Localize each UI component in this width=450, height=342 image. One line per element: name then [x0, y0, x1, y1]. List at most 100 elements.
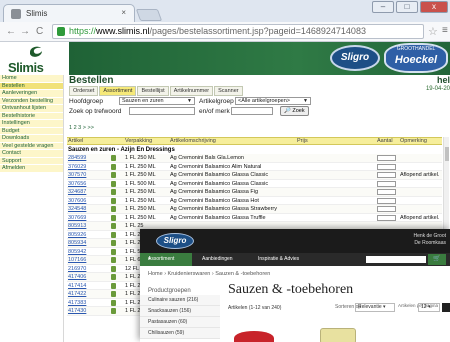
sidebar-item-support[interactable]: Support	[0, 157, 63, 165]
product-info-icon[interactable]	[111, 282, 116, 289]
sidebar-item-instellingen[interactable]: Instellingen	[0, 120, 63, 128]
product-info-icon[interactable]	[111, 197, 116, 204]
product-info-icon[interactable]	[111, 248, 116, 255]
article-code-link[interactable]: 417430	[68, 307, 86, 316]
pagination[interactable]: 1 2 3 > >>	[69, 125, 94, 131]
product-info-icon[interactable]	[111, 231, 116, 238]
article-code-link[interactable]: 307656	[68, 180, 86, 189]
productgroep-item[interactable]: Snacksauzen (156)	[140, 306, 220, 317]
product-info-icon[interactable]	[111, 214, 116, 221]
article-code-link[interactable]: 376029	[68, 163, 86, 172]
product-image[interactable]	[234, 331, 274, 342]
maximize-button[interactable]: □	[396, 1, 418, 13]
account-info[interactable]: Henk de Groot De Roomkaas	[413, 233, 446, 247]
article-code-link[interactable]: 324687	[68, 188, 86, 197]
breadcrumb[interactable]: Home › Kruidenierswaren › Sauzen & -toeb…	[148, 271, 270, 277]
product-info-icon[interactable]	[111, 308, 116, 314]
hoofdgroep-select[interactable]: Sauzen en zuren ▼	[119, 97, 195, 105]
sidebar-item-historie[interactable]: Bestelhistorie	[0, 112, 63, 120]
nav-assortiment[interactable]: Assortiment ▾	[140, 253, 192, 266]
product-image[interactable]	[320, 328, 356, 342]
article-code-link[interactable]: 805934	[68, 239, 86, 248]
back-icon[interactable]: ←	[6, 26, 16, 38]
nav-aanbiedingen[interactable]: Aanbiedingen	[202, 256, 233, 262]
productgroep-item[interactable]: Culinaire sauzen (216)	[140, 295, 220, 306]
article-code-link[interactable]: 216970	[68, 265, 86, 274]
article-code-link[interactable]: 417383	[68, 299, 86, 308]
article-code-link[interactable]: 805942	[68, 248, 86, 257]
article-code-link[interactable]: 107166	[68, 256, 86, 265]
article-code-link[interactable]: 417422	[68, 290, 86, 299]
quantity-input[interactable]	[377, 155, 396, 161]
browser-tab[interactable]: Slimis ×	[3, 4, 135, 22]
product-info-icon[interactable]	[111, 257, 116, 263]
tab-assortiment[interactable]: Assortiment	[99, 86, 137, 96]
brand-input[interactable]	[231, 107, 273, 115]
sort-select[interactable]: Relevantie ▾	[355, 303, 395, 312]
shop-search-input[interactable]	[366, 256, 426, 263]
nav-inspiratie[interactable]: Inspiratie & Advies	[258, 256, 299, 262]
sidebar-item-aanleveringen[interactable]: Aanleveringen	[0, 90, 63, 98]
article-code-link[interactable]: 307570	[68, 171, 86, 180]
forward-icon[interactable]: →	[20, 26, 30, 38]
quantity-input[interactable]	[377, 214, 396, 221]
article-code-link[interactable]: 805926	[68, 231, 86, 240]
product-info-icon[interactable]	[111, 206, 116, 212]
browser-menu-icon[interactable]: ≡	[442, 25, 448, 36]
cart-icon[interactable]: 🛒	[428, 254, 446, 265]
search-button[interactable]: 🔎 Zoek	[280, 106, 309, 116]
sidebar-item-afmelden[interactable]: Afmelden	[0, 165, 63, 173]
search-keyword-input[interactable]	[129, 107, 195, 115]
article-code-link[interactable]: 307669	[68, 214, 86, 223]
product-info-icon[interactable]	[111, 223, 116, 229]
article-code-link[interactable]: 324548	[68, 205, 86, 214]
article-code-link[interactable]: 284599	[68, 154, 86, 163]
article-code-link[interactable]: 417414	[68, 282, 86, 291]
quantity-input[interactable]	[377, 180, 396, 187]
product-info-icon[interactable]	[111, 299, 116, 306]
bookmark-star-icon[interactable]: ☆	[428, 25, 438, 38]
close-window-button[interactable]: x	[420, 1, 448, 13]
scrollbar-thumb[interactable]	[445, 147, 449, 161]
quantity-input[interactable]	[377, 189, 396, 195]
sidebar-item-home[interactable]: Home	[0, 75, 63, 83]
sidebar-item-downloads[interactable]: Downloads	[0, 135, 63, 143]
reload-icon[interactable]: C	[36, 26, 43, 38]
quantity-input[interactable]	[377, 172, 396, 178]
quantity-input[interactable]	[377, 206, 396, 212]
product-info-icon[interactable]	[111, 172, 116, 178]
quantity-input[interactable]	[377, 197, 396, 204]
sidebar-item-verzonden[interactable]: Verzonden bestelling	[0, 97, 63, 105]
quantity-input[interactable]	[377, 163, 396, 170]
product-info-icon[interactable]	[111, 291, 116, 297]
article-code-link[interactable]: 417406	[68, 273, 86, 282]
per-page-select[interactable]: 12 ▾	[418, 303, 440, 312]
product-info-icon[interactable]	[111, 155, 116, 161]
article-code-link[interactable]: 805913	[68, 222, 86, 231]
minimize-button[interactable]: –	[372, 1, 394, 13]
productgroep-item[interactable]: Pastasauzen (60)	[140, 317, 220, 328]
url-input[interactable]: https://www.slimis.nl/pages/bestelassort…	[52, 24, 424, 39]
sidebar-item-budget[interactable]: Budget	[0, 127, 63, 135]
sidebar-item-contact[interactable]: Contact	[0, 150, 63, 158]
slimis-logo[interactable]: Slimis	[2, 42, 68, 75]
article-code-link[interactable]: 307606	[68, 197, 86, 206]
tab-orderset[interactable]: Orderset	[69, 86, 99, 96]
tab-scanner[interactable]: Scanner	[214, 86, 243, 96]
new-tab-button[interactable]	[135, 9, 163, 21]
product-info-icon[interactable]	[111, 274, 116, 280]
sidebar-item-bestellen[interactable]: Bestellen	[0, 82, 63, 90]
sidebar-item-lijsten[interactable]: Ontvanhout lijsten	[0, 105, 63, 113]
tab-artikelnummer[interactable]: Artikelnummer	[169, 86, 214, 96]
product-info-icon[interactable]	[111, 163, 116, 170]
tab-close-icon[interactable]: ×	[121, 8, 126, 17]
sidebar-item-faq[interactable]: Veel gestelde vragen	[0, 142, 63, 150]
tab-bestellijst[interactable]: Bestellijst	[137, 86, 169, 96]
product-info-icon[interactable]	[111, 189, 116, 195]
artikelgroep-select[interactable]: <Alle artikelgroepen> ▼	[235, 97, 311, 105]
product-info-icon[interactable]	[111, 180, 116, 187]
product-info-icon[interactable]	[111, 265, 116, 272]
product-info-icon[interactable]	[111, 240, 116, 246]
productgroep-item[interactable]: Chilisauzen (59)	[140, 328, 220, 339]
toolbar-go-button[interactable]	[442, 303, 450, 312]
